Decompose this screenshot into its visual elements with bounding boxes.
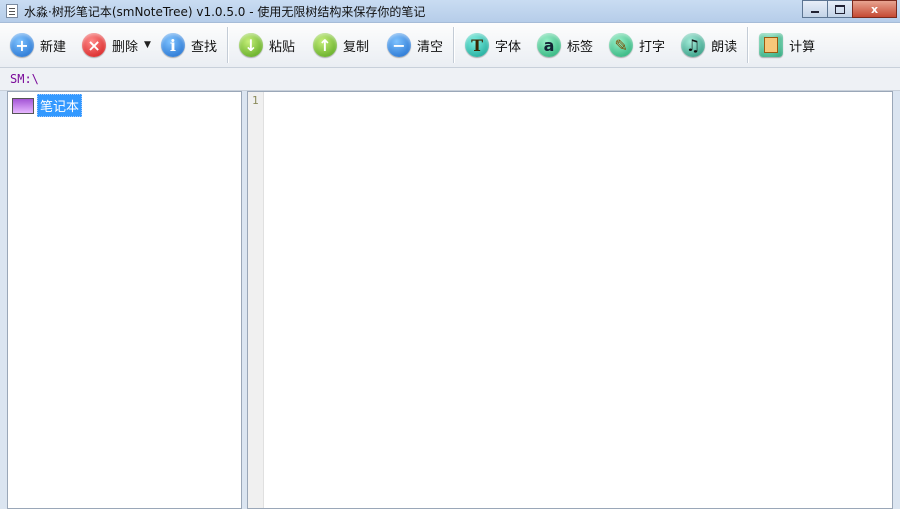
notebook-icon (12, 97, 34, 114)
toolbar-separator (453, 27, 456, 63)
at-icon: a (537, 33, 562, 57)
calculate-button-label: 计算 (789, 39, 816, 55)
calculator-icon (759, 33, 784, 57)
paste-button[interactable]: ↓ 粘贴 (235, 28, 299, 62)
clear-button[interactable]: − 清空 (383, 28, 447, 62)
note-tree[interactable]: 笔记本 (7, 91, 242, 509)
current-path: SM:\ (10, 72, 39, 86)
clear-button-label: 清空 (417, 39, 444, 55)
tag-button-label: 标签 (567, 39, 594, 55)
plus-circle-icon: + (10, 33, 34, 57)
info-icon: i (160, 33, 185, 57)
find-button[interactable]: i 查找 (157, 28, 221, 62)
minus-circle-icon: − (387, 33, 411, 57)
tree-node-notebook[interactable]: 笔记本 (12, 94, 83, 117)
typing-button-label: 打字 (639, 39, 666, 55)
window-border (893, 91, 900, 509)
pencil-icon: ✎ (609, 33, 634, 57)
note-editor[interactable]: 1 (247, 91, 893, 509)
title-bar: 水淼·树形笔记本(smNoteTree) v1.0.5.0 - 使用无限树结构来… (0, 0, 900, 23)
find-button-label: 查找 (190, 39, 217, 55)
arrow-up-icon: ↑ (312, 33, 337, 57)
window-title: 水淼·树形笔记本(smNoteTree) v1.0.5.0 - 使用无限树结构来… (24, 5, 426, 19)
read-aloud-button-label: 朗读 (711, 39, 738, 55)
font-button-label: 字体 (495, 39, 522, 55)
paste-button-label: 粘贴 (268, 39, 295, 55)
font-icon: T (465, 33, 490, 57)
tag-button[interactable]: a 标签 (533, 28, 597, 62)
toolbar-separator (226, 27, 229, 63)
delete-button[interactable]: × 删除 ▼ (78, 28, 157, 62)
toolbar-separator (747, 27, 750, 63)
maximize-button[interactable] (827, 0, 853, 18)
close-button[interactable]: x (852, 0, 897, 18)
path-bar: SM:\ (0, 68, 900, 91)
delete-button-label: 删除 (112, 39, 139, 55)
calculate-button[interactable]: 计算 (755, 28, 819, 62)
tree-node-label[interactable]: 笔记本 (37, 94, 83, 117)
window-controls: x (802, 0, 897, 18)
close-circle-icon: × (82, 33, 107, 57)
read-aloud-button[interactable]: ♫ 朗读 (677, 28, 741, 62)
minimize-button[interactable] (802, 0, 828, 18)
copy-button-label: 复制 (342, 39, 369, 55)
font-button[interactable]: T 字体 (461, 28, 525, 62)
line-number: 1 (252, 94, 259, 107)
new-button-label: 新建 (40, 39, 67, 55)
toolbar: + 新建 × 删除 ▼ i 查找 ↓ 粘贴 ↑ 复制 − 清空 T 字体 a 标… (0, 23, 900, 68)
line-number-gutter: 1 (248, 92, 264, 508)
delete-dropdown-icon[interactable]: ▼ (144, 40, 151, 50)
copy-button[interactable]: ↑ 复制 (309, 28, 373, 62)
app-icon (6, 4, 18, 18)
new-button[interactable]: + 新建 (6, 28, 70, 62)
arrow-down-icon: ↓ (238, 33, 263, 57)
headphones-icon: ♫ (681, 33, 706, 57)
typing-button[interactable]: ✎ 打字 (605, 28, 669, 62)
